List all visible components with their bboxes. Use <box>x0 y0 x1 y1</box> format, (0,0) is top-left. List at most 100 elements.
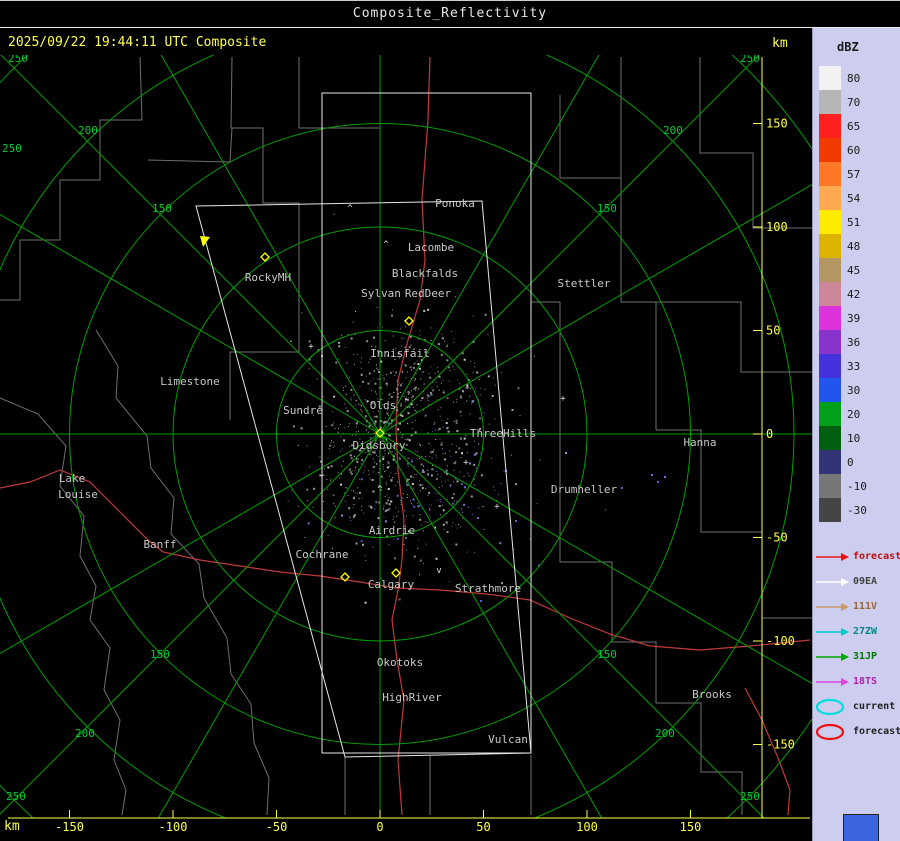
echo-pixel <box>410 366 412 368</box>
echo-pixel <box>420 335 421 336</box>
echo-pixel <box>405 398 407 400</box>
scale-band: 10 <box>819 426 867 450</box>
echo-pixel <box>479 417 481 419</box>
echo-pixel <box>291 490 292 491</box>
echo-pixel <box>345 427 346 428</box>
echo-pixel <box>324 512 325 513</box>
echo-pixel <box>387 495 388 496</box>
echo-pixel <box>313 507 314 508</box>
echo-pixel <box>447 427 449 429</box>
echo-pixel <box>361 506 362 507</box>
legend-label: 09EA <box>853 576 877 587</box>
ring-distance-label: 250 <box>740 790 760 803</box>
echo-pixel <box>392 477 393 478</box>
echo-pixel <box>493 486 494 487</box>
city-label: Brooks <box>692 688 732 701</box>
echo-pixel <box>402 498 403 499</box>
echo-pixel <box>333 422 334 423</box>
echo-pixel <box>512 409 514 411</box>
echo-pixel <box>361 540 363 542</box>
echo-pixel <box>368 362 369 363</box>
echo-pixel <box>397 380 398 381</box>
echo-pixel <box>343 461 344 462</box>
echo-pixel <box>415 363 416 364</box>
map-boundary-line <box>231 57 299 262</box>
echo-pixel <box>387 466 389 468</box>
echo-pixel <box>454 421 455 422</box>
scale-swatch <box>819 258 841 282</box>
echo-pixel <box>446 359 448 361</box>
scale-band: 70 <box>819 90 867 114</box>
echo-pixel <box>431 394 433 396</box>
city-label: Vulcan <box>488 733 528 746</box>
echo-pixel <box>466 443 468 445</box>
echo-pixel <box>383 464 384 465</box>
echo-pixel <box>491 458 492 459</box>
echo-pixel <box>375 501 377 503</box>
echo-pixel <box>373 378 374 379</box>
resize-corner[interactable] <box>843 814 879 841</box>
echo-pixel <box>520 415 521 416</box>
echo-pixel <box>461 415 462 416</box>
city-label: Hanna <box>683 436 716 449</box>
echo-pixel <box>440 438 441 439</box>
echo-pixel <box>365 555 366 556</box>
echo-pixel <box>333 447 334 448</box>
echo-pixel <box>491 398 492 399</box>
ring-distance-label: 200 <box>75 727 95 740</box>
echo-pixel <box>413 488 414 489</box>
echo-pixel <box>474 441 475 442</box>
echo-pixel <box>442 427 443 428</box>
echo-pixel <box>441 354 443 356</box>
echo-pixel <box>419 458 420 459</box>
echo-pixel <box>436 478 438 480</box>
echo-pixel <box>485 314 487 316</box>
echo-pixel <box>400 328 401 329</box>
echo-pixel <box>431 475 433 477</box>
echo-pixel <box>361 463 362 464</box>
echo-pixel <box>369 373 371 375</box>
echo-pixel <box>447 465 448 466</box>
echo-pixel <box>473 372 474 373</box>
echo-pixel <box>388 453 389 454</box>
echo-pixel <box>399 457 400 458</box>
echo-pixel <box>475 388 476 389</box>
echo-pixel <box>438 343 440 345</box>
echo-pixel <box>326 479 327 480</box>
echo-pixel <box>399 458 401 460</box>
scale-band: 45 <box>819 258 867 282</box>
echo-pixel <box>353 507 354 508</box>
echo-pixel <box>441 481 442 482</box>
echo-pixel <box>340 436 341 437</box>
echo-pixel <box>518 387 520 389</box>
echo-pixel <box>464 359 466 361</box>
echo-pixel <box>425 456 426 457</box>
echo-pixel <box>408 394 409 395</box>
echo-pixel <box>369 425 371 427</box>
echo-pixel <box>451 444 452 445</box>
scale-swatch <box>819 402 841 426</box>
echo-pixel <box>420 379 421 380</box>
echo-pixel <box>370 478 371 479</box>
scale-value: 33 <box>847 360 860 373</box>
station-marker: + <box>319 471 325 481</box>
city-label: HighRiver <box>382 691 442 704</box>
echo-pixel <box>317 498 318 499</box>
echo-pixel <box>404 510 405 511</box>
vertical-axis-tick-label: -50 <box>766 531 788 545</box>
echo-pixel <box>393 519 394 520</box>
echo-pixel <box>361 405 362 406</box>
echo-pixel <box>348 507 350 509</box>
echo-pixel <box>355 467 356 468</box>
echo-pixel <box>324 468 325 469</box>
echo-pixel <box>465 488 466 489</box>
radial-line <box>100 434 380 841</box>
track-arrow <box>200 236 210 247</box>
map-boundary-line <box>560 302 742 815</box>
echo-pixel <box>417 361 418 362</box>
echo-pixel <box>385 418 386 419</box>
echo-pixel <box>414 466 415 467</box>
echo-pixel <box>372 479 374 481</box>
echo-pixel <box>462 390 464 392</box>
echo-pixel <box>415 420 416 421</box>
